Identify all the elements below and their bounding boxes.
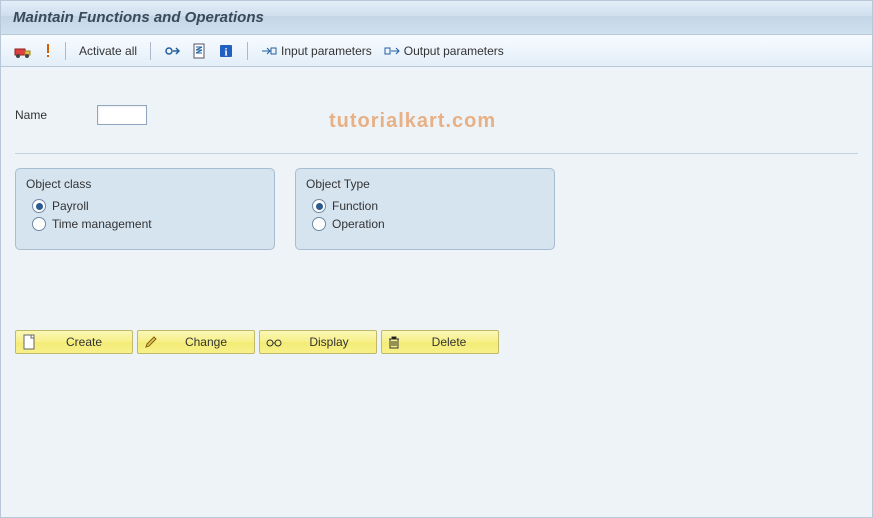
toolbar: Activate all i Input parameters Outpu [1,35,872,67]
display-button[interactable]: Display [259,330,377,354]
output-params-label: Output parameters [404,44,504,58]
document-icon-button[interactable] [187,40,211,62]
toolbar-sep [150,42,151,60]
display-label: Display [288,335,370,349]
object-type-opt-function[interactable]: Function [312,199,544,213]
warning-icon-button[interactable] [39,40,57,62]
execute-icon-button[interactable] [159,40,185,62]
radio-label: Function [332,199,378,213]
name-label: Name [15,108,47,122]
content-area: tutorialkart.com Name Object class Payro… [1,67,872,517]
object-class-opt-time-management[interactable]: Time management [32,217,264,231]
header-bar: Maintain Functions and Operations [1,1,872,35]
object-type-group: Object Type Function Operation [295,168,555,250]
create-button[interactable]: Create [15,330,133,354]
radio-label: Time management [52,217,152,231]
object-type-title: Object Type [306,177,544,191]
radio-icon [32,217,46,231]
object-class-opt-payroll[interactable]: Payroll [32,199,264,213]
radio-icon [312,199,326,213]
delete-label: Delete [406,335,492,349]
name-row: Name [15,105,864,125]
trash-icon [388,335,400,349]
transport-icon-button[interactable] [9,40,37,62]
change-label: Change [164,335,248,349]
divider [15,153,858,154]
radio-icon [32,199,46,213]
pencil-icon [144,335,158,349]
activate-all-label: Activate all [79,44,137,58]
toolbar-sep [65,42,66,60]
change-button[interactable]: Change [137,330,255,354]
input-params-label: Input parameters [281,44,372,58]
info-icon-button[interactable]: i [213,40,239,62]
input-params-button[interactable]: Input parameters [256,40,377,62]
svg-text:i: i [225,46,228,58]
object-class-group: Object class Payroll Time management [15,168,275,250]
activate-all-button[interactable]: Activate all [74,40,142,62]
page-title: Maintain Functions and Operations [13,9,264,26]
radio-label: Operation [332,217,385,231]
output-params-button[interactable]: Output parameters [379,40,509,62]
object-class-title: Object class [26,177,264,191]
delete-button[interactable]: Delete [381,330,499,354]
object-type-opt-operation[interactable]: Operation [312,217,544,231]
radio-label: Payroll [52,199,89,213]
create-label: Create [42,335,126,349]
toolbar-sep [247,42,248,60]
radio-icon [312,217,326,231]
group-area: Object class Payroll Time management Obj… [15,168,864,250]
button-row: Create Change Display Delete [15,330,864,354]
document-new-icon [22,334,36,350]
glasses-icon [266,335,282,349]
name-input[interactable] [97,105,147,125]
